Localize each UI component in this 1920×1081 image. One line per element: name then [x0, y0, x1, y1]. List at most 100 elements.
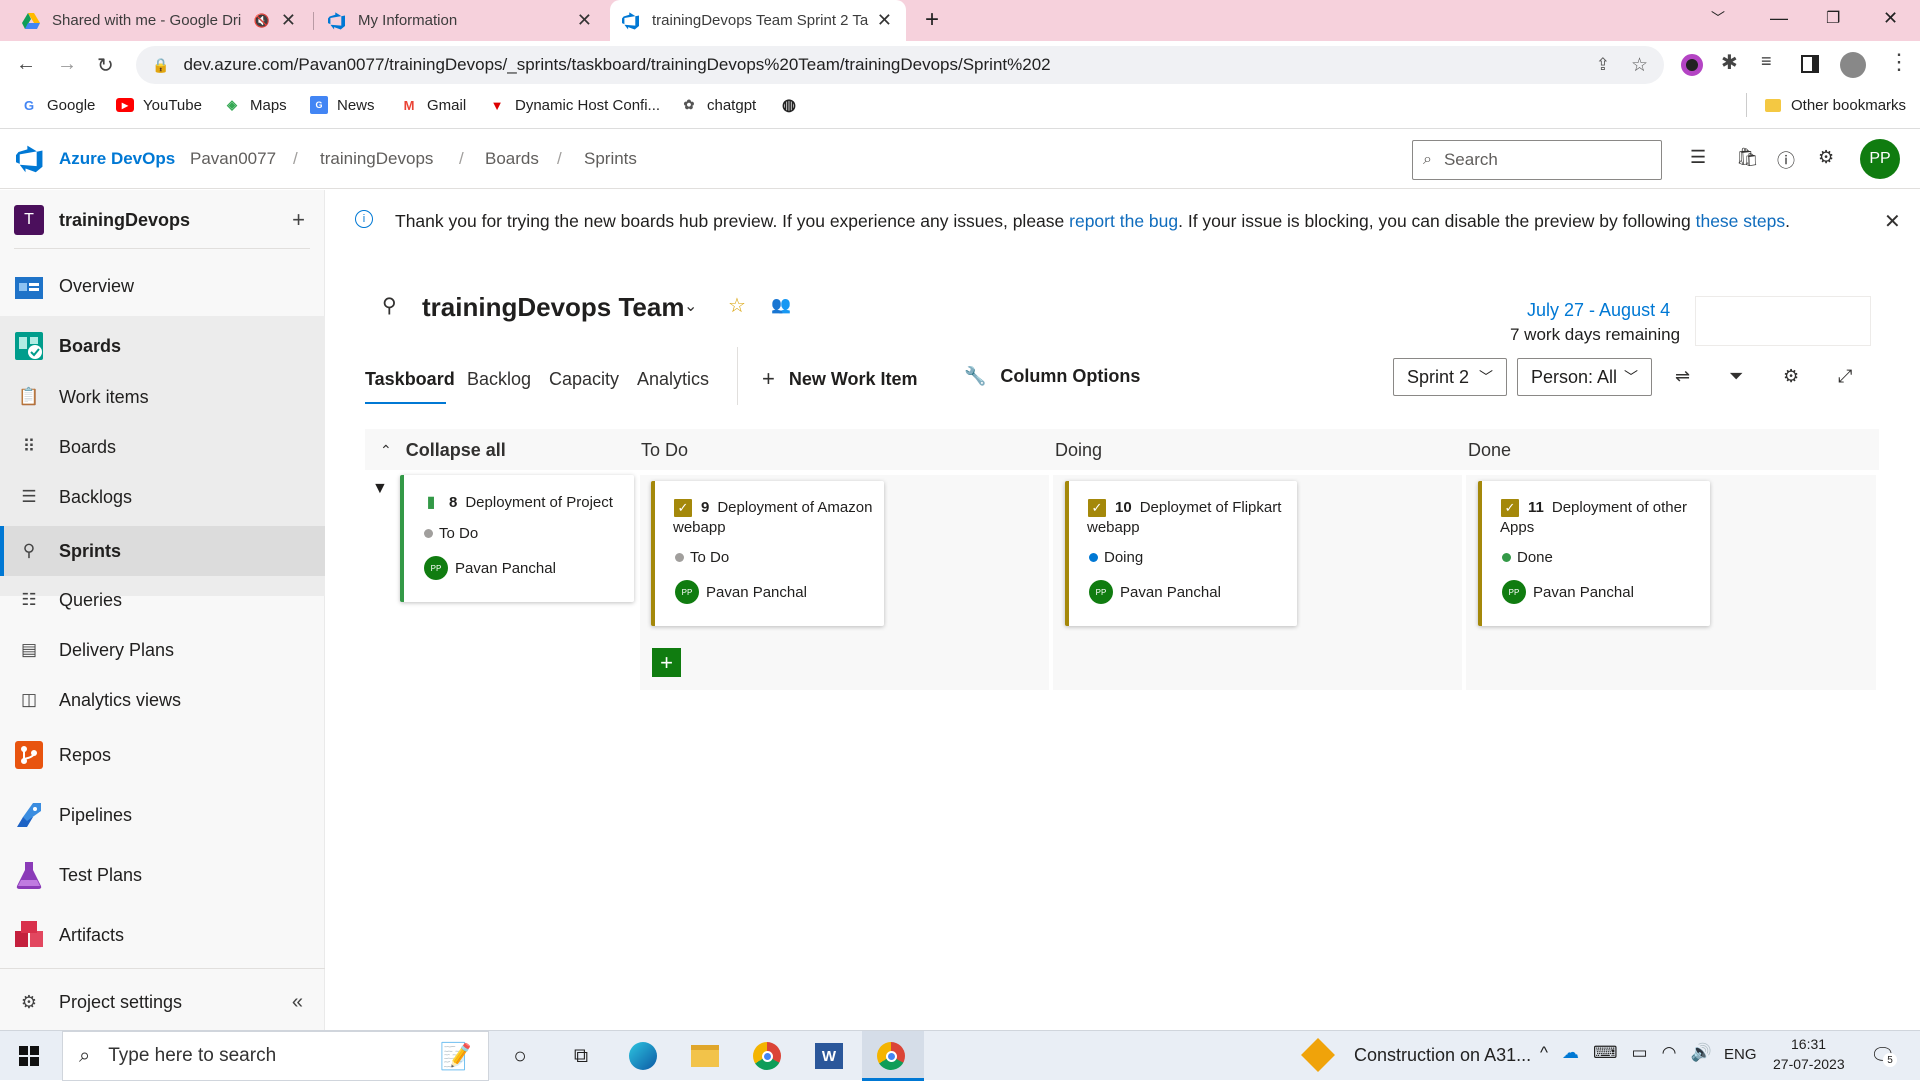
favorite-star-icon[interactable]: ☆	[728, 293, 746, 318]
address-bar[interactable]: 🔒 dev.azure.com/Pavan0077/trainingDevops…	[136, 46, 1664, 84]
parent-work-item-card[interactable]: ▮ 8 Deployment of Project To Do PP Pavan P…	[400, 475, 634, 602]
breadcrumb-boards[interactable]: Boards	[485, 149, 539, 169]
edge-browser-icon[interactable]	[626, 1039, 660, 1073]
windows-start-icon[interactable]	[12, 1039, 46, 1073]
nav-analytics-views[interactable]: ◫ Analytics views	[0, 675, 325, 725]
team-chevron-down-icon[interactable]: ⌄	[684, 296, 697, 316]
nav-sprints[interactable]: ⚲ Sprints	[0, 526, 325, 576]
burndown-mini-chart[interactable]	[1695, 296, 1871, 346]
share-icon[interactable]: ⇪	[1596, 55, 1610, 75]
team-name[interactable]: trainingDevops Team	[422, 292, 684, 323]
view-options-icon[interactable]: ⇌	[1675, 366, 1690, 387]
tab-taskboard[interactable]: Taskboard	[365, 369, 455, 390]
bookmark-maps[interactable]: ◈ Maps	[223, 89, 287, 121]
clock-date[interactable]: 27-07-2023	[1773, 1056, 1845, 1072]
word-icon[interactable]: W	[812, 1039, 846, 1073]
bookmark-gmail[interactable]: M Gmail	[400, 89, 467, 121]
user-settings-icon[interactable]: ⚙	[1818, 147, 1834, 168]
nav-queries[interactable]: ☷ Queries	[0, 575, 325, 625]
close-banner-icon[interactable]: ✕	[1884, 209, 1901, 234]
news-widget[interactable]: Construction on A31...	[1301, 1038, 1531, 1072]
device-icon[interactable]: ⌨	[1593, 1043, 1618, 1063]
task-card-11[interactable]: ✓ 11 Deployment of other Apps Done PP Pava…	[1478, 481, 1710, 626]
add-icon[interactable]: +	[292, 207, 305, 233]
tab-backlog[interactable]: Backlog	[467, 369, 531, 390]
add-task-button[interactable]: +	[652, 648, 681, 677]
speaker-muted-icon[interactable]: 🔇	[254, 13, 270, 29]
report-bug-link[interactable]: report the bug	[1069, 211, 1178, 231]
new-work-item-button[interactable]: + New Work Item	[762, 366, 918, 392]
collapse-sidebar-icon[interactable]: «	[292, 991, 303, 1014]
side-panel-icon[interactable]	[1801, 55, 1819, 73]
nav-overview[interactable]: Overview	[0, 261, 325, 311]
these-steps-link[interactable]: these steps	[1696, 211, 1786, 231]
browser-tab-sprint-active[interactable]: trainingDevops Team Sprint 2 Ta ✕	[610, 0, 906, 41]
filter-icon[interactable]: ⏷	[1729, 366, 1743, 387]
show-hidden-icons-chevron-icon[interactable]: ^	[1540, 1043, 1548, 1063]
new-tab-button[interactable]: +	[925, 6, 939, 34]
collapse-all-button[interactable]: ⌃ Collapse all	[380, 430, 506, 470]
bookmark-google[interactable]: G Google	[20, 89, 95, 121]
bookmark-news[interactable]: G News	[310, 89, 375, 121]
sprint-dropdown[interactable]: Sprint 2 ﹀	[1393, 358, 1507, 396]
notifications-icon[interactable]: 🗨5	[1870, 1043, 1897, 1068]
breadcrumb-project[interactable]: trainingDevops	[320, 149, 433, 169]
language-indicator[interactable]: ENG	[1724, 1046, 1757, 1063]
nav-test-plans[interactable]: Test Plans	[0, 850, 325, 900]
nav-boards[interactable]: Boards	[0, 321, 325, 371]
bookmark-star-icon[interactable]: ☆	[1631, 54, 1648, 77]
bookmark-globe[interactable]: ◍	[780, 89, 807, 121]
azure-devops-logo-icon[interactable]	[16, 145, 44, 178]
brand-link[interactable]: Azure DevOps	[59, 149, 175, 169]
file-explorer-icon[interactable]	[688, 1039, 722, 1073]
chrome-icon[interactable]	[750, 1039, 784, 1073]
nav-pipelines[interactable]: Pipelines	[0, 790, 325, 840]
nav-repos[interactable]: Repos	[0, 730, 325, 780]
nav-boards-sub[interactable]: ⠿ Boards	[0, 422, 325, 472]
row-collapse-triangle-icon[interactable]: ▼	[372, 480, 388, 498]
column-options-button[interactable]: 🔧 Column Options	[964, 366, 1140, 387]
media-queue-icon[interactable]: ≡	[1761, 51, 1772, 72]
sprint-dates[interactable]: July 27 - August 4	[1527, 300, 1670, 321]
fullscreen-expand-icon[interactable]: ⤢	[1838, 366, 1852, 387]
project-selector[interactable]: T trainingDevops +	[0, 195, 325, 245]
task-card-9[interactable]: ✓ 9 Deployment of Amazon webapp To Do PP P…	[651, 481, 884, 626]
nav-project-settings[interactable]: ⚙ Project settings «	[0, 977, 325, 1027]
extension-icon[interactable]	[1681, 54, 1703, 76]
card-owner[interactable]: PP Pavan Panchal	[424, 556, 556, 580]
person-filter-dropdown[interactable]: Person: All ﹀	[1517, 358, 1652, 396]
bookmark-dynamic-host[interactable]: ▼ Dynamic Host Confi...	[488, 89, 660, 121]
minimize-button[interactable]: —	[1770, 8, 1788, 29]
breadcrumb-org[interactable]: Pavan0077	[190, 149, 276, 169]
cortana-icon[interactable]: ○	[503, 1039, 537, 1073]
wifi-icon[interactable]: ◠	[1662, 1043, 1677, 1063]
other-bookmarks[interactable]: Other bookmarks	[1764, 89, 1906, 121]
nav-delivery-plans[interactable]: ▤ Delivery Plans	[0, 625, 325, 675]
marketplace-bag-icon[interactable]: 🛍	[1736, 147, 1759, 168]
card-owner[interactable]: PP Pavan Panchal	[1502, 580, 1634, 604]
taskbar-search-box[interactable]: ⌕ Type here to search 📝	[62, 1031, 489, 1081]
close-tab-icon[interactable]: ✕	[877, 10, 892, 31]
card-owner[interactable]: PP Pavan Panchal	[675, 580, 807, 604]
task-list-icon[interactable]: ☰	[1690, 147, 1706, 168]
team-members-icon[interactable]: 👥	[771, 295, 791, 315]
nav-artifacts[interactable]: Artifacts	[0, 910, 325, 960]
extensions-puzzle-icon[interactable]: ✱	[1721, 50, 1738, 75]
task-card-10[interactable]: ✓ 10 Deploymet of Flipkart webapp Doing P…	[1065, 481, 1297, 626]
profile-avatar[interactable]	[1840, 52, 1866, 78]
nav-work-items[interactable]: 📋 Work items	[0, 372, 325, 422]
reload-icon[interactable]: ↻	[97, 53, 114, 78]
close-window-button[interactable]: ✕	[1883, 8, 1898, 29]
battery-icon[interactable]: ▭	[1632, 1043, 1648, 1063]
breadcrumb-sprints[interactable]: Sprints	[584, 149, 637, 169]
nav-backlogs[interactable]: ☰ Backlogs	[0, 472, 325, 522]
back-icon[interactable]: ←	[16, 53, 36, 76]
restore-button[interactable]: ❐	[1826, 8, 1840, 28]
tab-capacity[interactable]: Capacity	[549, 369, 619, 390]
close-tab-icon[interactable]: ✕	[281, 10, 296, 31]
bookmark-youtube[interactable]: ▶ YouTube	[116, 89, 202, 121]
bookmark-chatgpt[interactable]: ✿ chatgpt	[680, 89, 757, 121]
search-input[interactable]: ⌕ Search	[1412, 140, 1662, 180]
browser-tab-drive[interactable]: Shared with me - Google Dri 🔇 ✕	[10, 0, 310, 41]
settings-gear-icon[interactable]: ⚙	[1783, 366, 1799, 387]
